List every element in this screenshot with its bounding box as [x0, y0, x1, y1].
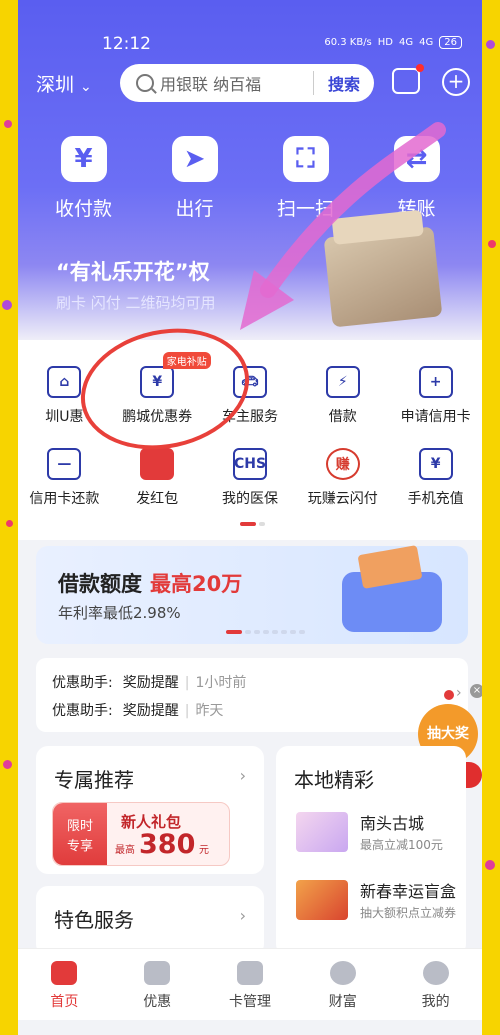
service-grid: ⌂ 圳U惠 ¥ 家电补贴 鹏城优惠券 🚗︎ 车主服务 ⚡ 借款 + 申请信用卡	[18, 340, 482, 540]
service-label: 玩赚云闪付	[307, 491, 378, 507]
tab-profile[interactable]: 我的	[389, 949, 482, 1020]
tag-line: 专享	[66, 839, 93, 854]
confetti-dot	[4, 120, 12, 128]
phone-topup-icon: ¥	[418, 448, 453, 480]
notice-item[interactable]: 优惠助手: 奖励提醒 | 昨天	[52, 700, 223, 720]
chevron-right-icon[interactable]: ›	[240, 906, 246, 925]
service-row: — 信用卡还款 发红包 CHS 我的医保 赚 玩赚云闪付 ¥ 手机充值	[18, 448, 482, 508]
close-icon[interactable]: ×	[470, 684, 482, 698]
local-card: 本地精彩 南头古城 最高立减100元 新春幸运盲盒 抽大额积点立减券	[276, 746, 466, 956]
confetti-dot	[488, 240, 496, 248]
service-label: 发红包	[136, 491, 179, 507]
loan-title-text: 借款额度	[58, 572, 142, 596]
service-item-card-repay[interactable]: — 信用卡还款	[18, 448, 111, 508]
service-item-earn[interactable]: 赚 玩赚云闪付	[296, 448, 389, 508]
notice-text: 奖励提醒	[122, 675, 179, 691]
local-item-title: 新春幸运盲盒	[360, 882, 457, 901]
service-item-medical[interactable]: CHS 我的医保	[204, 448, 297, 508]
red-packet-icon	[140, 448, 175, 480]
gift-amount: 380	[139, 829, 196, 860]
service-label: 借款	[328, 409, 357, 425]
blind-box-thumbnail	[296, 880, 348, 920]
card-repay-icon: —	[47, 448, 82, 480]
loan-highlight: 最高20万	[150, 572, 243, 596]
wallet-icon	[342, 572, 442, 632]
confetti-dot	[485, 860, 495, 870]
chevron-right-icon[interactable]: ›	[456, 685, 462, 701]
tab-label: 财富	[328, 994, 357, 1010]
special-title: 特色服务	[54, 908, 134, 932]
service-label: 申请信用卡	[400, 409, 471, 425]
service-item-apply-card[interactable]: + 申请信用卡	[389, 366, 482, 426]
tab-label: 卡管理	[228, 994, 271, 1010]
service-item-loan[interactable]: ⚡ 借款	[296, 366, 389, 426]
loan-subtitle: 年利率最低2.98%	[58, 604, 181, 622]
service-item-red-packet[interactable]: 发红包	[111, 448, 204, 508]
voucher-thumbnail	[296, 812, 348, 852]
notice-item[interactable]: 优惠助手: 奖励提醒 | 1小时前	[52, 672, 246, 692]
tab-cards[interactable]: 卡管理	[204, 949, 297, 1020]
credit-card-plus-icon: +	[418, 366, 453, 398]
exclusive-title: 专属推荐	[54, 768, 134, 792]
limited-tag: 限时 专享	[53, 803, 107, 865]
local-title: 本地精彩	[294, 768, 374, 792]
confetti-dot	[6, 520, 13, 527]
earn-icon: 赚	[325, 448, 360, 480]
confetti-dot	[486, 40, 495, 49]
gift-unit: 元	[199, 845, 209, 856]
notice-time: 1小时前	[195, 675, 247, 691]
house-icon: ⌂	[47, 366, 82, 398]
local-item-desc: 最高立减100元	[360, 838, 443, 852]
coin-icon	[329, 961, 356, 985]
service-label: 信用卡还款	[29, 491, 100, 507]
tab-label: 首页	[50, 994, 79, 1010]
gift-prefix: 最高	[115, 845, 135, 856]
service-label: 手机充值	[407, 491, 464, 507]
notice-panel[interactable]: 优惠助手: 奖励提醒 | 1小时前 优惠助手: 奖励提醒 | 昨天 ›	[36, 658, 468, 732]
tab-wealth[interactable]: 财富	[296, 949, 389, 1020]
notice-time: 昨天	[195, 703, 224, 719]
confetti-dot	[2, 300, 12, 310]
local-item-desc: 抽大额积点立减券	[360, 906, 457, 920]
new-user-gift[interactable]: 限时 专享 新人礼包 最高 380 元	[52, 802, 230, 866]
tab-label: 优惠	[143, 994, 172, 1010]
service-label: 我的医保	[221, 491, 278, 507]
home-icon	[51, 961, 78, 985]
tab-home[interactable]: 首页	[18, 949, 111, 1020]
chevron-right-icon[interactable]: ›	[240, 766, 246, 785]
tab-label: 我的	[421, 994, 450, 1010]
bottom-tab-bar: 首页 优惠 卡管理 财富 我的	[18, 948, 482, 1020]
local-item-title: 南头古城	[360, 814, 425, 833]
loan-banner[interactable]: 借款额度 最高20万 年利率最低2.98%	[36, 546, 468, 644]
page-indicator	[240, 522, 265, 526]
medical-insurance-icon: CHS	[232, 448, 267, 480]
money-bag-icon: ⚡	[325, 366, 360, 398]
loan-title: 借款额度 最高20万	[58, 568, 242, 598]
tab-deals[interactable]: 优惠	[111, 949, 204, 1020]
special-services-card[interactable]: 特色服务 ›	[36, 886, 264, 956]
phone-screen: 12:12 60.3 KB/s HD 4G 4G 26 深圳 ⌄ 用银联 纳百福 …	[18, 0, 482, 1035]
tag-line: 限时	[66, 819, 93, 834]
user-icon	[422, 961, 449, 985]
unread-dot	[444, 690, 454, 700]
notice-label: 优惠助手:	[52, 703, 113, 719]
exclusive-card[interactable]: 专属推荐 › 限时 专享 新人礼包 最高 380 元	[36, 746, 264, 874]
service-item-topup[interactable]: ¥ 手机充值	[389, 448, 482, 508]
confetti-dot	[3, 760, 12, 769]
page-indicator	[226, 630, 305, 634]
annotation-arrow	[240, 122, 446, 330]
notice-label: 优惠助手:	[52, 675, 113, 691]
ticket-icon	[144, 961, 171, 985]
card-icon	[236, 961, 263, 985]
notice-text: 奖励提醒	[122, 703, 179, 719]
